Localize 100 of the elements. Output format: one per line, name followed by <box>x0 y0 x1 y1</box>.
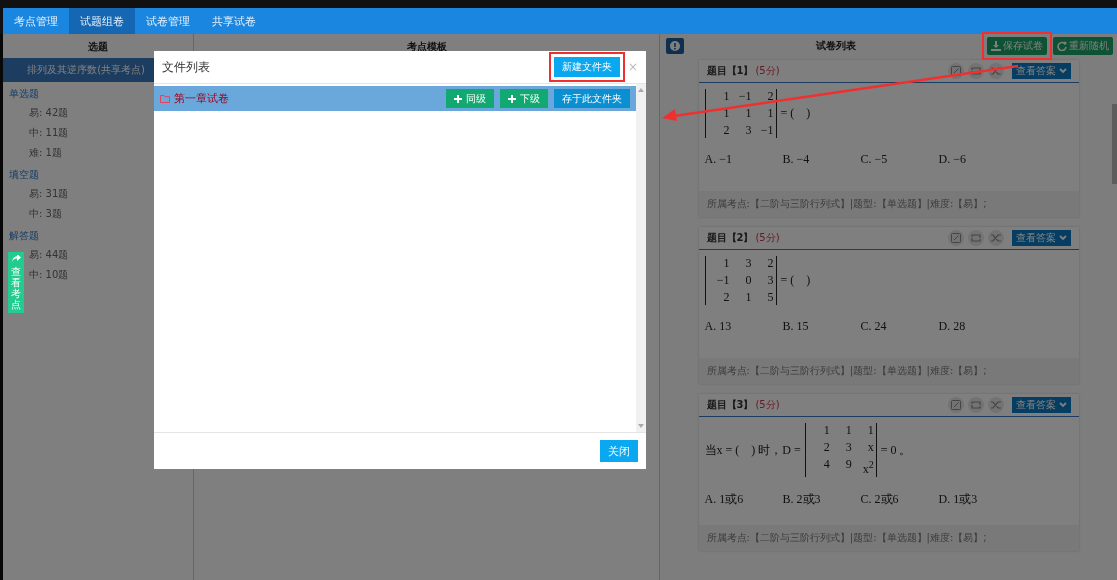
share-arrow-icon <box>11 255 21 264</box>
edit-icon <box>950 400 961 410</box>
close-dialog-button[interactable]: 关闭 <box>600 440 638 462</box>
matrix-entry: 5 <box>766 290 774 305</box>
nav-tab[interactable]: 试卷管理 <box>135 8 201 34</box>
edit-button[interactable] <box>947 397 964 413</box>
matrix-entry: 0 <box>744 273 752 288</box>
matrix-entry: 3 <box>766 273 774 288</box>
download-icon <box>991 41 1001 51</box>
question-score: (5分) <box>755 64 780 78</box>
plus-icon <box>454 94 462 103</box>
show-answer-button[interactable]: 查看答案 <box>1011 397 1071 413</box>
matrix-entry: 2 <box>722 290 730 305</box>
nav-tab[interactable]: 共享试卷 <box>201 8 267 34</box>
matrix-entry: 1 <box>744 290 752 305</box>
new-folder-button[interactable]: 新建文件夹 <box>553 57 620 77</box>
shuffle-icon <box>990 400 1001 410</box>
scroll-down-icon <box>638 424 644 428</box>
loop-icon <box>970 66 981 76</box>
matrix-entry: 4 <box>822 457 830 473</box>
loop-icon <box>970 233 981 243</box>
matrix-entry: 1 <box>766 106 774 121</box>
save-paper-button[interactable]: 保存试卷 <box>987 37 1047 55</box>
question-text: 当x = ( ) 时，D = <box>704 441 801 459</box>
scroll-up-icon <box>638 88 644 92</box>
matrix-entry: 2 <box>766 256 774 271</box>
matrix-entry: 1 <box>744 106 752 121</box>
info-button[interactable] <box>666 38 684 54</box>
question-text: = ( ) <box>780 272 811 289</box>
matrix-entry: 1 <box>722 89 730 104</box>
folder-name: 第一章试卷 <box>174 91 229 106</box>
panel-title: 试卷列表 <box>814 39 857 53</box>
answer-option: C. −5 <box>860 152 939 167</box>
add-folder-button[interactable]: 同级 <box>446 89 494 108</box>
regenerate-button[interactable]: 重新随机 <box>1053 37 1113 55</box>
answer-option: A. −1 <box>704 152 783 167</box>
info-icon <box>670 41 680 51</box>
save-here-button[interactable]: 存于此文件夹 <box>554 89 630 108</box>
refresh-icon <box>1057 41 1067 51</box>
shuffle-button[interactable] <box>987 397 1004 413</box>
question-number: 题目【3】 <box>706 398 754 412</box>
matrix-entry: x$^{2}$ <box>861 458 874 477</box>
matrix-entry: −1 <box>715 273 730 288</box>
add-folder-button[interactable]: 下级 <box>500 89 548 108</box>
question-score: (5分) <box>755 398 780 412</box>
answer-option: B. −4 <box>782 152 861 167</box>
question-text: = ( ) <box>780 105 811 122</box>
matrix-entry: 1 <box>844 423 852 438</box>
question-score: (5分) <box>755 231 780 245</box>
answer-option: D. 28 <box>938 319 1017 334</box>
matrix-entry: 1 <box>866 423 874 438</box>
answer-option: D. −6 <box>938 152 1017 167</box>
matrix-entry: 2 <box>766 89 774 104</box>
matrix-entry: 3 <box>744 123 752 138</box>
question-number: 题目【2】 <box>706 231 754 245</box>
answer-option: A. 1或6 <box>704 491 783 508</box>
shuffle-icon <box>990 66 1001 76</box>
matrix-entry: 9 <box>844 457 852 473</box>
loop-icon <box>970 400 981 410</box>
matrix-entry: 3 <box>844 440 852 455</box>
scrollbar[interactable] <box>636 84 646 432</box>
matrix-entry: 2 <box>822 440 830 455</box>
panel-title: 考点模板 <box>405 40 448 54</box>
matrix-entry: −1 <box>759 123 774 138</box>
show-answer-button[interactable]: 查看答案 <box>1011 230 1071 246</box>
matrix-entry: x <box>866 440 874 455</box>
shuffle-button[interactable] <box>987 230 1004 246</box>
answer-option: C. 24 <box>860 319 939 334</box>
answer-option: B. 15 <box>782 319 861 334</box>
shuffle-icon <box>990 233 1001 243</box>
matrix-entry: 1 <box>722 256 730 271</box>
sidebar-title: 选题 <box>87 40 109 54</box>
answer-option: B. 2或3 <box>782 491 861 508</box>
replace-button[interactable] <box>967 230 984 246</box>
plus-icon <box>508 94 516 103</box>
nav-tab[interactable]: 考点管理 <box>3 8 69 34</box>
folder-icon <box>160 94 170 103</box>
answer-option: A. 13 <box>704 319 783 334</box>
question-number: 题目【1】 <box>706 64 754 78</box>
show-answer-button[interactable]: 查看答案 <box>1011 63 1071 79</box>
matrix-entry: 1 <box>722 106 730 121</box>
view-topics-tab[interactable]: 查看考点 <box>8 252 24 313</box>
edit-button[interactable] <box>947 230 964 246</box>
answer-option: D. 1或3 <box>938 491 1017 508</box>
scrollbar[interactable] <box>1112 104 1117 184</box>
question-text: = 0 。 <box>880 441 912 459</box>
edit-icon <box>950 66 961 76</box>
matrix-entry: −1 <box>737 89 752 104</box>
matrix-entry: 1 <box>822 423 830 438</box>
replace-button[interactable] <box>967 397 984 413</box>
nav-tab[interactable]: 试题组卷 <box>69 8 135 34</box>
edit-icon <box>950 233 961 243</box>
chevron-down-icon <box>1058 68 1067 74</box>
folder-row[interactable]: 第一章试卷 同级 下级 存于此文件夹 <box>154 86 636 111</box>
matrix-entry: 2 <box>722 123 730 138</box>
chevron-down-icon <box>1058 402 1067 408</box>
chevron-down-icon <box>1058 235 1067 241</box>
close-button[interactable]: × <box>627 60 638 74</box>
answer-option: C. 2或6 <box>860 491 939 508</box>
matrix-entry: 3 <box>744 256 752 271</box>
